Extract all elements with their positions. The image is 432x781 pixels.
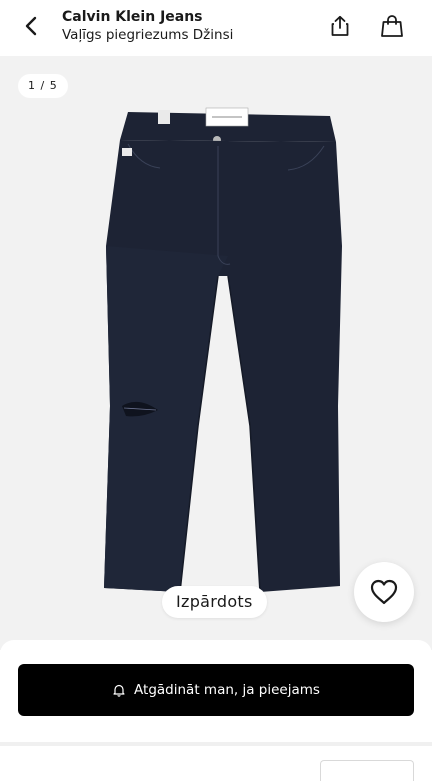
bottom-action-sheet: Atgādināt man, ja pieejams	[0, 640, 432, 781]
image-counter: 1 / 5	[18, 74, 68, 98]
product-image	[104, 107, 342, 593]
next-section-peek	[320, 760, 414, 781]
bell-icon	[112, 683, 126, 697]
shopping-bag-button[interactable]	[374, 8, 410, 44]
share-button[interactable]	[322, 8, 358, 44]
section-divider	[0, 742, 432, 746]
notify-when-available-button[interactable]: Atgādināt man, ja pieejams	[18, 664, 414, 716]
brand-name[interactable]: Calvin Klein Jeans	[62, 8, 233, 26]
sold-out-badge: Izpārdots	[162, 586, 267, 618]
wishlist-button[interactable]	[354, 562, 414, 622]
product-title: Vaļīgs piegriezums Džinsi	[62, 27, 234, 43]
header-titles: Calvin Klein Jeans Vaļīgs piegriezums Dž…	[62, 8, 233, 44]
chevron-left-icon	[25, 16, 37, 36]
product-image-gallery[interactable]: 1 / 5 Izpārdots	[0, 56, 432, 650]
back-button[interactable]	[14, 8, 50, 44]
share-icon	[331, 15, 349, 36]
notify-label: Atgādināt man, ja pieejams	[134, 682, 320, 698]
heart-outline-icon	[370, 579, 398, 605]
shopping-bag-icon	[381, 15, 403, 37]
app-header: Calvin Klein Jeans Vaļīgs piegriezums Dž…	[0, 0, 432, 56]
